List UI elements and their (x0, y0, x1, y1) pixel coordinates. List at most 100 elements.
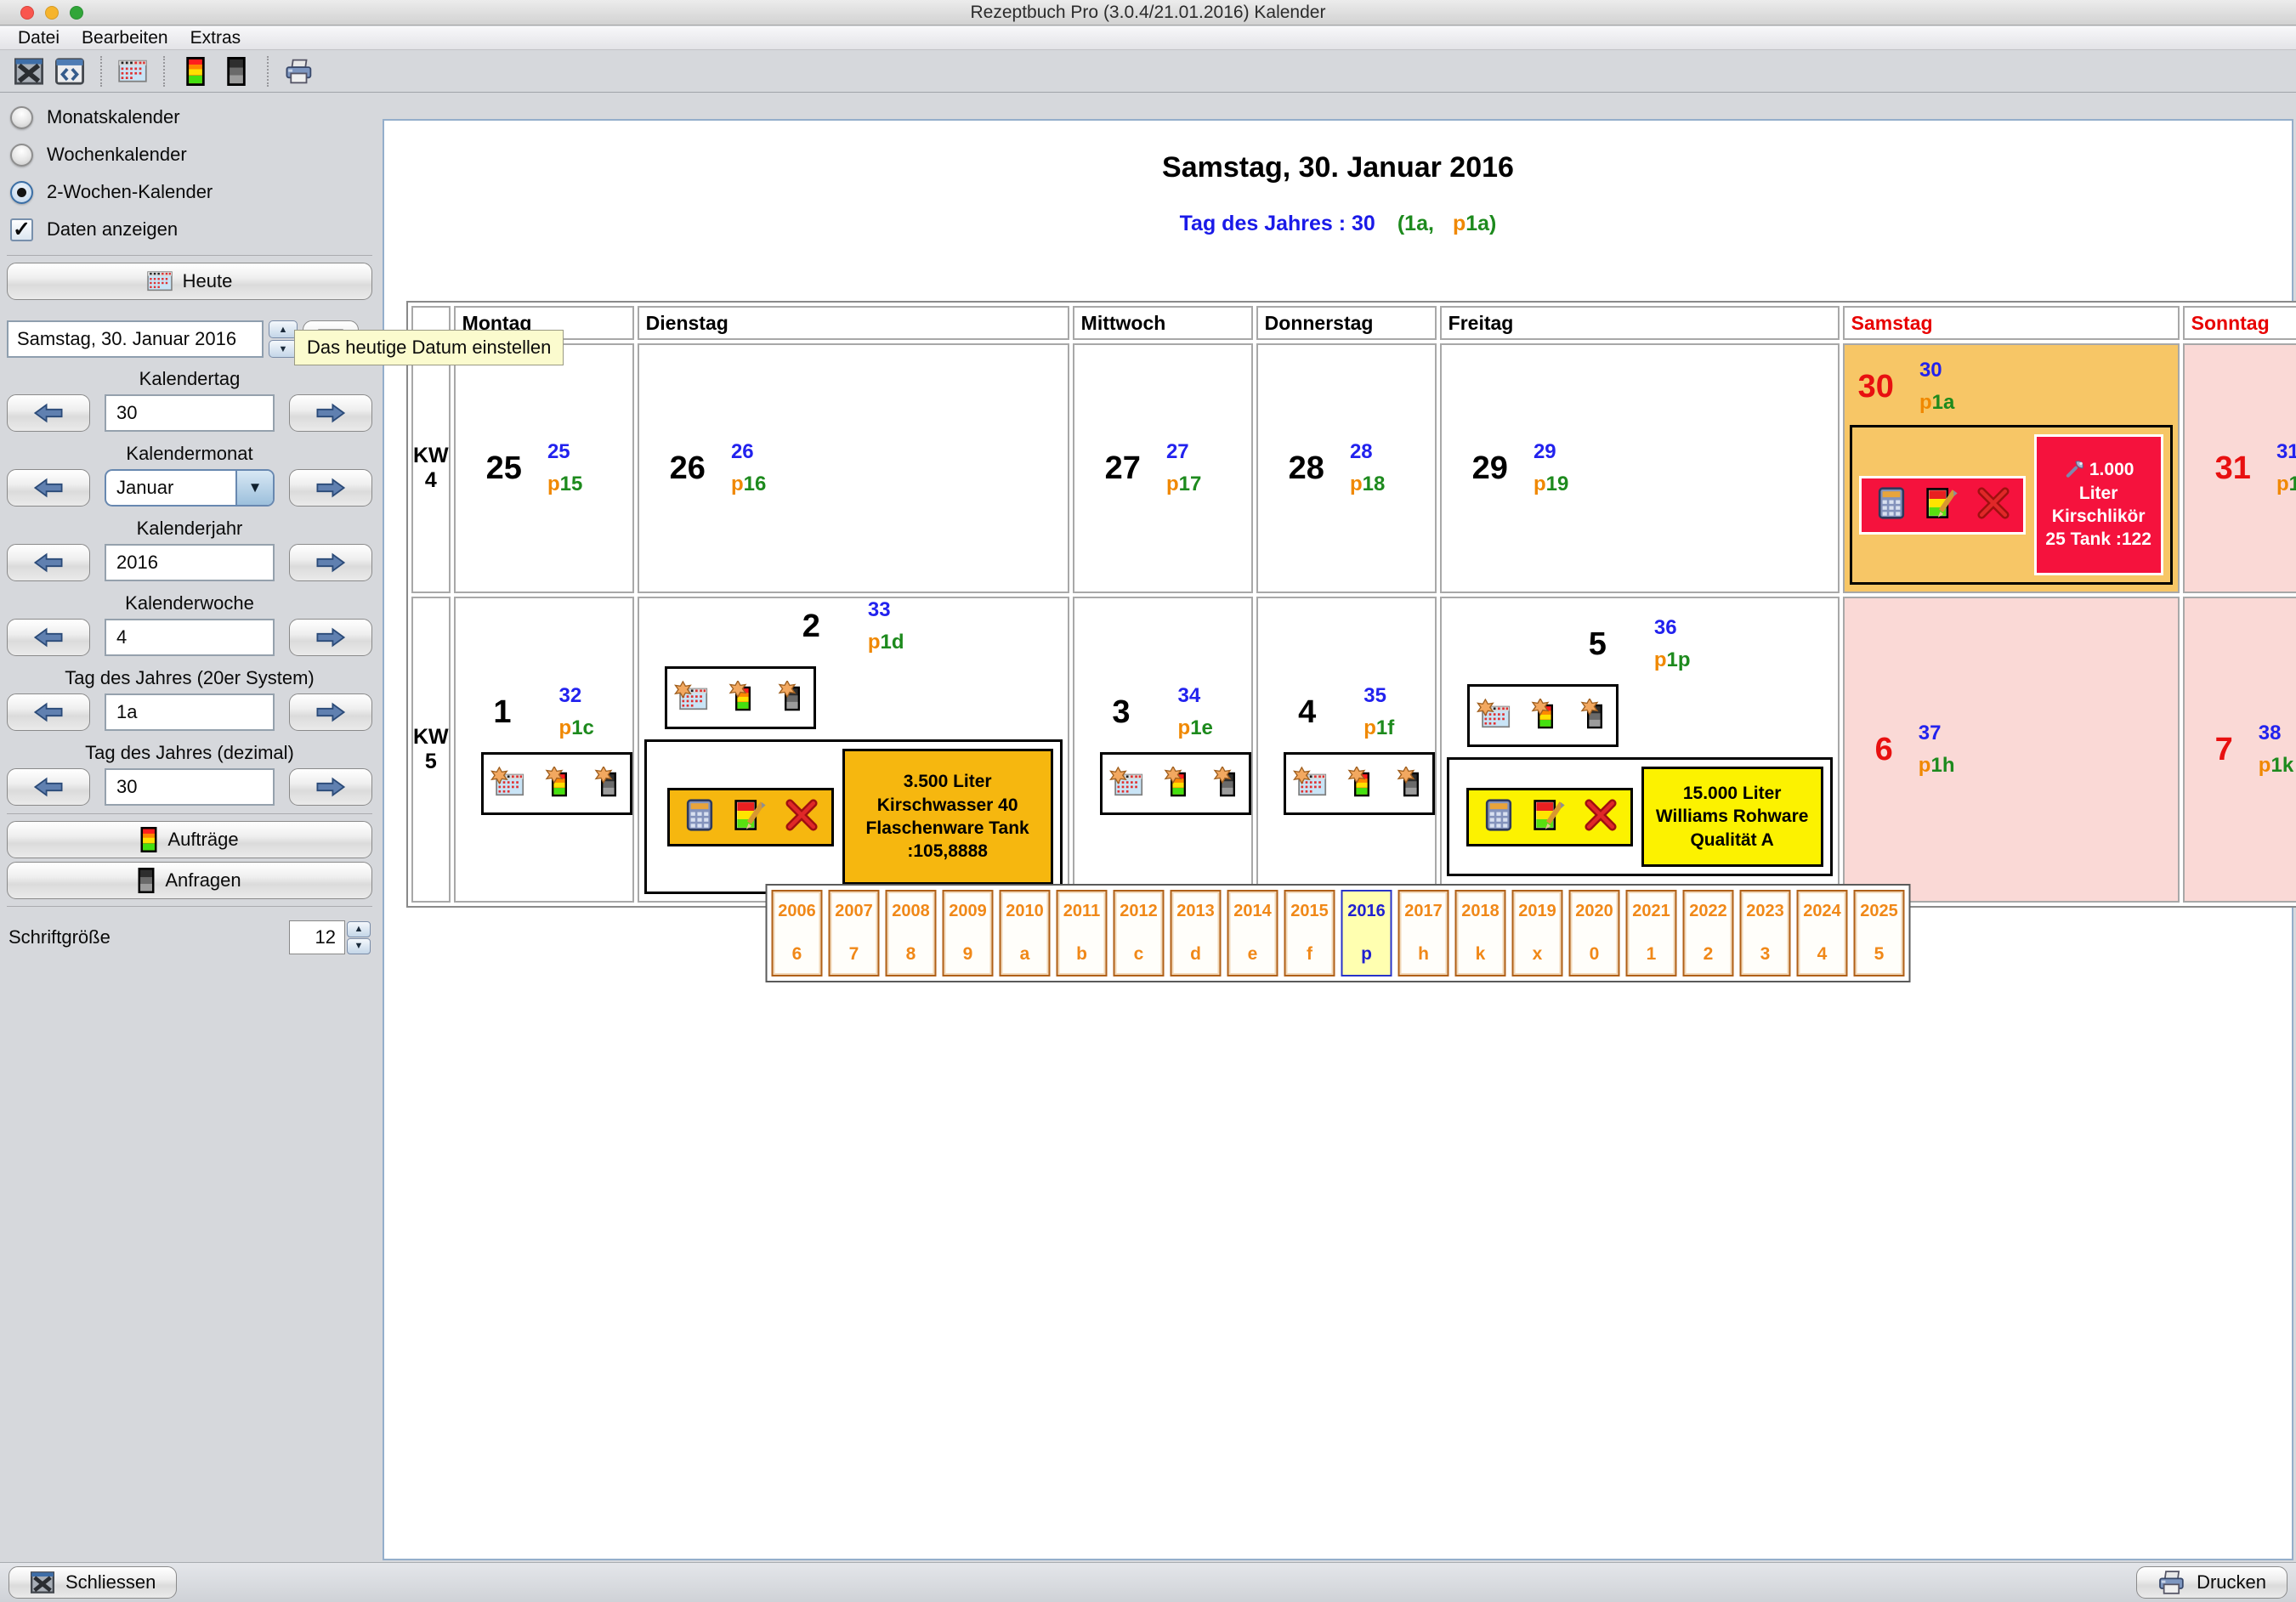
day-cell-1[interactable]: 132p1c (454, 597, 634, 903)
toolbar-window-close-icon[interactable] (9, 54, 49, 89)
radio-monatskalender[interactable] (10, 106, 33, 129)
event-block[interactable]: 3.500 Liter Kirschwasser 40 Flaschenware… (644, 739, 1063, 894)
day-cell-25[interactable]: 2525p15 (454, 343, 634, 593)
event-calc-button[interactable] (1482, 799, 1515, 835)
year-cell-2020[interactable]: 20200 (1569, 890, 1620, 976)
date-spinner-down-button[interactable]: ▼ (269, 340, 298, 358)
auftraege-button[interactable]: Aufträge (7, 821, 372, 858)
tag-des-jahres-20er-next-button[interactable] (289, 693, 372, 731)
year-cell-2018[interactable]: 2018k (1455, 890, 1506, 976)
new-order-button[interactable] (723, 681, 757, 716)
kalendertag-next-button[interactable] (289, 394, 372, 432)
new-order-button[interactable] (1526, 699, 1560, 733)
event-calc-button[interactable] (683, 799, 716, 835)
schliessen-button[interactable]: Schliessen (9, 1566, 177, 1599)
kalenderjahr-next-button[interactable] (289, 544, 372, 581)
year-cell-2023[interactable]: 20233 (1740, 890, 1791, 976)
new-calendar-entry-button[interactable] (1477, 699, 1511, 733)
kalenderwoche-prev-button[interactable] (7, 619, 90, 656)
event-block[interactable]: 15.000 Liter Williams Rohware Qualität A (1447, 757, 1833, 876)
new-calendar-entry-button[interactable] (674, 681, 708, 716)
day-cell-31[interactable]: 3131p1b (2183, 343, 2296, 593)
kalendermonat-next-button[interactable] (289, 469, 372, 507)
day-cell-3[interactable]: 334p1e (1073, 597, 1253, 903)
day-cell-2[interactable]: 233p1d3.500 Liter Kirschwasser 40 Flasch… (638, 597, 1069, 903)
new-request-button[interactable] (773, 681, 807, 716)
new-order-button[interactable] (1342, 767, 1376, 801)
date-spinner-up-button[interactable]: ▲ (269, 320, 298, 338)
tag-des-jahres-dezimal-next-button[interactable] (289, 768, 372, 806)
new-order-button[interactable] (1159, 767, 1193, 801)
day-cell-30[interactable]: 3030p1a1.000 Liter Kirschlikör 25 Tank :… (1843, 343, 2180, 593)
toolbar-window-switch-icon[interactable] (49, 54, 90, 89)
year-cell-2019[interactable]: 2019x (1512, 890, 1563, 976)
event-edit-button[interactable] (1926, 487, 1959, 524)
new-request-button[interactable] (1208, 767, 1242, 801)
zoom-window-button[interactable] (70, 6, 83, 20)
year-cell-2012[interactable]: 2012c (1114, 890, 1165, 976)
fontsize-up-button[interactable]: ▲ (347, 921, 371, 937)
kalendermonat-select[interactable]: Januar▼ (105, 469, 275, 507)
day-cell-6[interactable]: 637p1h (1843, 597, 2180, 903)
event-edit-button[interactable] (734, 799, 767, 835)
tag-des-jahres-20er-prev-button[interactable] (7, 693, 90, 731)
year-cell-2025[interactable]: 20255 (1854, 890, 1905, 976)
event-delete-button[interactable] (1585, 799, 1617, 835)
new-calendar-entry-button[interactable] (1293, 767, 1327, 801)
tag-des-jahres-dezimal-field[interactable]: 30 (105, 768, 275, 806)
event-block[interactable]: 1.000 Liter Kirschlikör 25 Tank :122 (1850, 425, 2173, 585)
menu-item-extras[interactable]: Extras (179, 26, 252, 49)
day-cell-7[interactable]: 738p1k (2183, 597, 2296, 903)
year-cell-2015[interactable]: 2015f (1284, 890, 1335, 976)
event-edit-button[interactable] (1534, 799, 1566, 835)
day-cell-4[interactable]: 435p1f (1256, 597, 1437, 903)
day-cell-5[interactable]: 536p1p15.000 Liter Williams Rohware Qual… (1440, 597, 1840, 903)
year-cell-2008[interactable]: 20088 (886, 890, 937, 976)
year-cell-2013[interactable]: 2013d (1171, 890, 1222, 976)
event-delete-button[interactable] (1977, 487, 2010, 524)
kalenderwoche-next-button[interactable] (289, 619, 372, 656)
year-cell-2006[interactable]: 20066 (772, 890, 823, 976)
year-cell-2014[interactable]: 2014e (1227, 890, 1278, 976)
menu-item-bearbeiten[interactable]: Bearbeiten (71, 26, 179, 49)
day-cell-26[interactable]: 2626p16 (638, 343, 1069, 593)
day-cell-29[interactable]: 2929p19 (1440, 343, 1840, 593)
year-cell-2007[interactable]: 20077 (829, 890, 880, 976)
new-calendar-entry-button[interactable] (1109, 767, 1143, 801)
show-data-checkbox[interactable]: ✓ (10, 218, 33, 241)
year-cell-2024[interactable]: 20244 (1797, 890, 1848, 976)
event-delete-button[interactable] (785, 799, 818, 835)
year-cell-2011[interactable]: 2011b (1057, 890, 1108, 976)
kalenderjahr-prev-button[interactable] (7, 544, 90, 581)
year-cell-2010[interactable]: 2010a (1000, 890, 1051, 976)
close-window-button[interactable] (20, 6, 34, 20)
tag-des-jahres-20er-field[interactable]: 1a (105, 693, 275, 731)
year-cell-2017[interactable]: 2017h (1398, 890, 1449, 976)
toolbar-anfragen-grayscale-icon[interactable] (216, 54, 257, 89)
date-field[interactable]: Samstag, 30. Januar 2016 (7, 320, 264, 358)
new-request-button[interactable] (589, 767, 623, 801)
year-cell-2016[interactable]: 2016p (1341, 890, 1392, 976)
anfragen-button[interactable]: Anfragen (7, 862, 372, 899)
minimize-window-button[interactable] (45, 6, 59, 20)
year-cell-2022[interactable]: 20222 (1683, 890, 1734, 976)
new-request-button[interactable] (1575, 699, 1609, 733)
toolbar-calendar-today-icon[interactable] (112, 54, 153, 89)
radio-wochenkalender[interactable] (10, 144, 33, 167)
menu-item-datei[interactable]: Datei (7, 26, 71, 49)
fontsize-field[interactable]: 12 (289, 920, 345, 954)
kalendertag-field[interactable]: 30 (105, 394, 275, 432)
new-order-button[interactable] (540, 767, 574, 801)
new-request-button[interactable] (1392, 767, 1426, 801)
tag-des-jahres-dezimal-prev-button[interactable] (7, 768, 90, 806)
chevron-down-icon[interactable]: ▼ (235, 471, 273, 505)
new-calendar-entry-button[interactable] (490, 767, 524, 801)
year-cell-2009[interactable]: 20099 (943, 890, 994, 976)
day-cell-28[interactable]: 2828p18 (1256, 343, 1437, 593)
kalenderjahr-field[interactable]: 2016 (105, 544, 275, 581)
event-calc-button[interactable] (1875, 487, 1908, 524)
radio-2-wochen-kalender[interactable] (10, 181, 33, 204)
today-button[interactable]: Heute (7, 263, 372, 300)
kalendertag-prev-button[interactable] (7, 394, 90, 432)
drucken-button[interactable]: Drucken (2136, 1566, 2287, 1599)
